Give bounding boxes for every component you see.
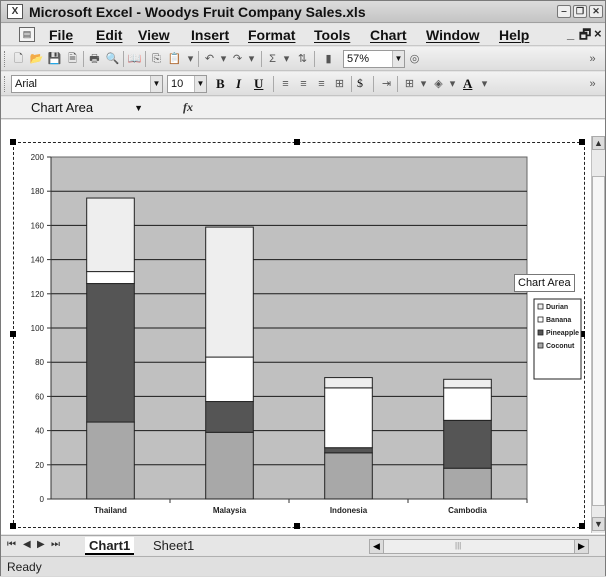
y-tick-label: 140 (31, 256, 45, 265)
bar-banana-cambodia (443, 387, 492, 421)
status-text: Ready (7, 560, 42, 574)
legend-label-banana: Banana (546, 317, 571, 324)
bar-durian-malaysia (205, 226, 254, 358)
excel-window: X Microsoft Excel - Woodys Fruit Company… (0, 0, 606, 576)
bar-durian-indonesia (324, 377, 373, 389)
scroll-right-icon[interactable]: ▶ (574, 540, 588, 553)
y-tick-label: 100 (31, 324, 45, 333)
legend-swatch-durian (537, 303, 544, 310)
legend-label-pineapple: Pineapple (546, 330, 579, 337)
y-tick-label: 200 (31, 153, 45, 162)
vertical-scrollbar[interactable]: ▲ ▼ (591, 136, 605, 533)
bar-pineapple-indonesia (324, 447, 373, 454)
y-tick-label: 120 (31, 290, 45, 299)
y-tick-label: 80 (35, 358, 44, 367)
tab-sheet1[interactable]: Sheet1 (149, 537, 198, 555)
x-tick-label: Malaysia (213, 506, 247, 515)
y-tick-label: 20 (35, 461, 44, 470)
bar-coconut-indonesia (324, 452, 373, 500)
x-tick-label: Thailand (94, 506, 127, 515)
sheet-tab-bar: ⏮ ◀ ▶ ⏭ Chart1 Sheet1 ◀ ||| ▶ (1, 535, 605, 555)
scroll-grip-icon: ||| (455, 541, 462, 550)
x-tick-label: Indonesia (330, 506, 368, 515)
x-tick-label: Cambodia (448, 506, 487, 515)
chart-tooltip: Chart Area (514, 274, 575, 292)
scroll-thumb[interactable] (592, 176, 605, 506)
bar-pineapple-thailand (86, 283, 135, 423)
next-sheet-icon[interactable]: ▶ (37, 539, 45, 550)
y-tick-label: 160 (31, 221, 45, 230)
legend-swatch-coconut (537, 342, 544, 349)
legend-swatch-banana (537, 316, 544, 323)
bar-coconut-thailand (86, 421, 135, 500)
y-tick-label: 40 (35, 427, 44, 436)
chart-legend (533, 298, 582, 380)
legend-label-durian: Durian (546, 304, 568, 311)
bar-pineapple-malaysia (205, 401, 254, 433)
bar-banana-malaysia (205, 356, 254, 403)
bar-pineapple-cambodia (443, 419, 492, 469)
y-tick-label: 0 (40, 495, 45, 504)
bar-banana-indonesia (324, 387, 373, 449)
last-sheet-icon[interactable]: ⏭ (51, 539, 60, 550)
scroll-down-icon[interactable]: ▼ (592, 517, 605, 531)
first-sheet-icon[interactable]: ⏮ (7, 539, 16, 550)
prev-sheet-icon[interactable]: ◀ (23, 539, 31, 550)
bar-banana-thailand (86, 271, 135, 285)
y-tick-label: 60 (35, 392, 44, 401)
scroll-up-icon[interactable]: ▲ (592, 136, 605, 150)
legend-label-coconut: Coconut (546, 343, 575, 350)
horizontal-scrollbar[interactable]: ◀ ||| ▶ (369, 539, 589, 554)
tab-chart1[interactable]: Chart1 (85, 537, 135, 555)
scroll-left-icon[interactable]: ◀ (370, 540, 384, 553)
y-tick-label: 180 (31, 187, 45, 196)
bar-durian-thailand (86, 197, 135, 273)
legend-swatch-pineapple (537, 329, 544, 336)
bar-coconut-malaysia (205, 431, 254, 500)
bar-durian-cambodia (443, 378, 492, 389)
bar-coconut-cambodia (443, 467, 492, 500)
status-bar: Ready (1, 556, 605, 576)
